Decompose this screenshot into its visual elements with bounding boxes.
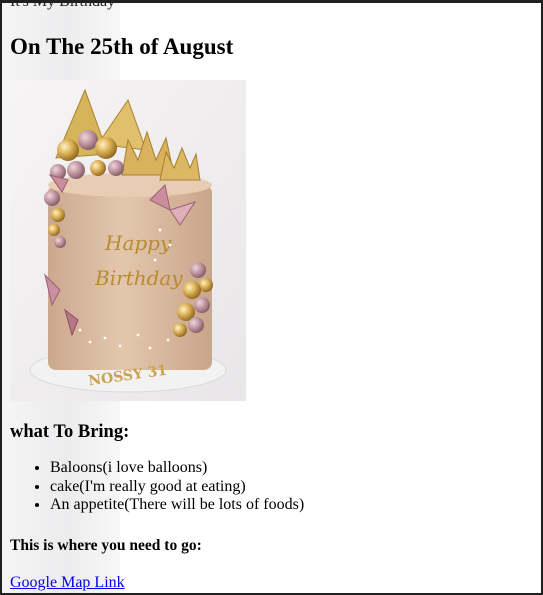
window-frame-left — [0, 0, 2, 595]
list-item: An appetite(There will be lots of foods) — [50, 496, 304, 515]
google-map-link[interactable]: Google Map Link — [10, 574, 125, 592]
list-item: cake(I'm really good at eating) — [50, 478, 304, 497]
cake-text-birthday: Birthday — [94, 266, 183, 290]
what-to-bring-heading: what To Bring: — [10, 422, 130, 442]
cake-image: Happy Birthday NOSSY 31 — [10, 80, 246, 401]
list-item: Baloons(i love balloons) — [50, 459, 304, 478]
bring-list: Baloons(i love balloons) cake(I'm really… — [10, 459, 304, 515]
location-heading: This is where you need to go: — [10, 537, 202, 554]
window-frame-top — [0, 0, 543, 3]
page-title: On The 25th of August — [10, 34, 234, 59]
cake-text-happy: Happy — [104, 231, 172, 255]
